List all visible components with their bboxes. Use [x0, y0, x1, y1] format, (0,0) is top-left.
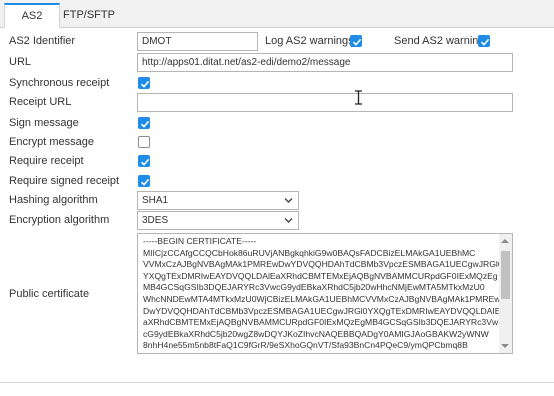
- certificate-line: VVMxCzAJBgNVBAgMAk1PMREwDwYDVQQHDAhTdCBM…: [143, 259, 499, 270]
- certificate-line: DwYDVQQHDAhTdCBMb3VpczESMBAGA1UECgwJRGl0…: [143, 305, 499, 316]
- require-signed-receipt-checkbox[interactable]: [138, 175, 150, 187]
- certificate-line: 8nhH4ne55m5nb8tFaQ1C9fGrR/9eSXhoGQnVT/Sf…: [143, 340, 468, 351]
- as2-identifier-input[interactable]: DMOT: [137, 32, 258, 51]
- as2-identifier-label: AS2 Identifier: [9, 35, 76, 47]
- tab-bar: AS2 FTP/SFTP: [0, 0, 554, 28]
- hashing-algorithm-select[interactable]: SHA1: [137, 191, 299, 210]
- sign-message-label: Sign message: [9, 117, 79, 129]
- check-icon: [140, 178, 150, 186]
- sign-message-checkbox[interactable]: [138, 117, 150, 129]
- certificate-line: MIICjzCCAfgCCQCbHok86uRUVjANBgkqhkiG9w0B…: [143, 247, 476, 258]
- log-as2-warnings-checkbox[interactable]: [350, 35, 362, 47]
- encryption-algorithm-label: Encryption algorithm: [9, 214, 110, 226]
- tab-as2-label: AS2: [21, 10, 43, 22]
- receipt-url-input[interactable]: [137, 93, 513, 112]
- chevron-down-icon: [284, 198, 293, 203]
- encrypt-message-checkbox[interactable]: [138, 136, 150, 148]
- certificate-line: WhcNNDEwMTA4MTkxMzU0WjCBizELMAkGA1UEBhMC…: [143, 293, 499, 304]
- certificate-line: MB4GCSqGSIb3DQEJARYRc3VwcG9ydEBkaXRhdC5j…: [143, 282, 485, 293]
- check-icon: [352, 38, 362, 46]
- check-icon: [140, 158, 150, 166]
- chevron-down-icon: [284, 218, 293, 223]
- send-as2-warnings-label: Send AS2 warnings: [394, 35, 491, 47]
- require-receipt-label: Require receipt: [9, 155, 84, 167]
- hashing-algorithm-label: Hashing algorithm: [9, 194, 98, 206]
- public-certificate-label: Public certificate: [9, 288, 90, 300]
- tab-ftp-sftp[interactable]: FTP/SFTP: [58, 4, 120, 27]
- text-cursor-icon: [354, 90, 363, 108]
- receipt-url-label: Receipt URL: [9, 96, 72, 108]
- require-receipt-checkbox[interactable]: [138, 155, 150, 167]
- scroll-down-arrow-icon[interactable]: [501, 344, 509, 348]
- tab-as2[interactable]: AS2: [4, 3, 60, 28]
- scrollbar-thumb[interactable]: [501, 251, 510, 299]
- check-icon: [140, 80, 150, 88]
- certificate-line: YXQgTExDMRIwEAYDVQQLDAlEaXRhdCBMTEMxEjAQ…: [143, 270, 498, 281]
- scroll-up-arrow-icon[interactable]: [501, 239, 509, 243]
- synchronous-receipt-label: Synchronous receipt: [9, 77, 110, 89]
- send-as2-warnings-checkbox[interactable]: [478, 35, 490, 47]
- encryption-algorithm-select[interactable]: 3DES: [137, 211, 299, 230]
- encrypt-message-label: Encrypt message: [9, 136, 94, 148]
- public-certificate-textarea[interactable]: -----BEGIN CERTIFICATE----- MIICjzCCAfgC…: [137, 233, 513, 354]
- log-as2-warnings-label: Log AS2 warnings: [265, 35, 354, 47]
- hashing-algorithm-value: SHA1: [142, 195, 169, 206]
- public-certificate-text: -----BEGIN CERTIFICATE----- MIICjzCCAfgC…: [143, 236, 499, 352]
- tab-ftp-sftp-label: FTP/SFTP: [63, 9, 115, 21]
- url-input[interactable]: http://apps01.ditat.net/as2-edi/demo2/me…: [137, 53, 513, 72]
- encryption-algorithm-value: 3DES: [142, 215, 169, 226]
- bottom-divider: [0, 382, 554, 383]
- check-icon: [480, 38, 490, 46]
- url-label: URL: [9, 56, 32, 68]
- certificate-line: aXRhdCBMTEMxEjAQBgNVBAMMCURpdGF0IExMQzEg…: [143, 317, 499, 328]
- certificate-line: cG9ydEBkaXRhdC5jb20wgZ8wDQYJKoZIhvcNAQEB…: [143, 328, 489, 339]
- certificate-line: -----BEGIN CERTIFICATE-----: [143, 236, 257, 246]
- check-icon: [140, 120, 150, 128]
- require-signed-receipt-label: Require signed receipt: [9, 175, 120, 187]
- synchronous-receipt-checkbox[interactable]: [138, 77, 150, 89]
- certificate-scrollbar[interactable]: [499, 234, 512, 353]
